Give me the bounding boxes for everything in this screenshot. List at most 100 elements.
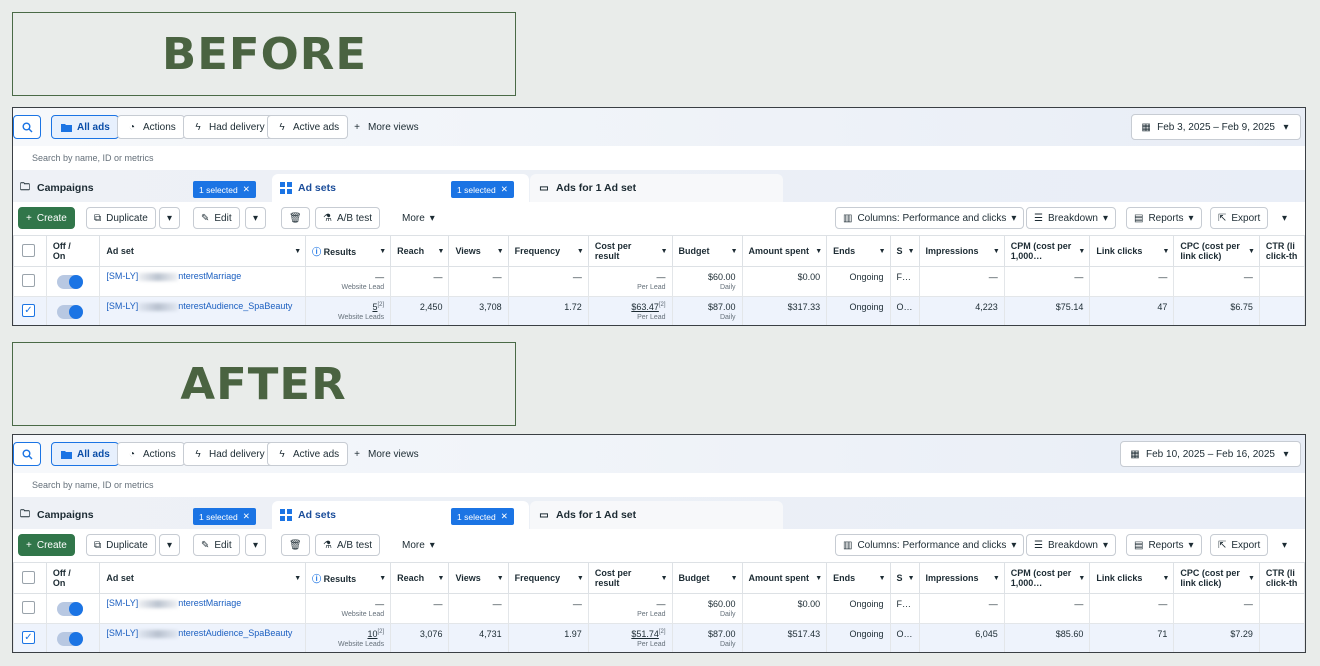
toolbar-overflow[interactable]: ▾	[1275, 207, 1295, 229]
ad-set-name-cell[interactable]: [SM-LY] nterestMarriage	[99, 593, 307, 624]
row-toggle-cell[interactable]	[45, 266, 101, 297]
header-budget[interactable]: Budget ▼	[671, 562, 743, 594]
all-ads-button[interactable]: All ads	[51, 442, 119, 466]
header-cpc[interactable]: CPC (cost per link click) ▼	[1173, 235, 1260, 267]
more-views-button[interactable]: + More views	[343, 115, 427, 139]
active-ads-button[interactable]: ϟ Active ads	[267, 442, 349, 466]
header-cpm[interactable]: CPM (cost per 1,000… ▼	[1003, 562, 1091, 594]
ad-set-name-link[interactable]: [SM-LY] nterestMarriage	[106, 271, 299, 281]
create-button[interactable]: + Create	[18, 207, 75, 229]
header-link-clicks[interactable]: Link clicks ▼	[1089, 562, 1175, 594]
edit-dropdown[interactable]: ▾	[245, 534, 267, 556]
active-ads-button[interactable]: ϟ Active ads	[267, 115, 349, 139]
selected-chip[interactable]: 1 selected ✕	[193, 181, 256, 198]
close-icon[interactable]: ✕	[243, 511, 250, 522]
duplicate-button[interactable]: ⧉ Duplicate	[86, 207, 156, 229]
date-range-button[interactable]: ▦ Feb 3, 2025 – Feb 9, 2025 ▾	[1131, 114, 1301, 140]
duplicate-dropdown[interactable]: ▾	[159, 534, 181, 556]
select-all-cell[interactable]	[13, 562, 47, 594]
header-ad-set[interactable]: Ad set ▼	[99, 562, 307, 594]
export-button[interactable]: ⇱ Export	[1210, 207, 1269, 229]
ab-test-button[interactable]: ⚗ A/B test	[315, 534, 380, 556]
header-amount-spent[interactable]: Amount spent ▼	[741, 562, 828, 594]
close-icon[interactable]: ✕	[243, 184, 250, 195]
breakdown-button[interactable]: ☰ Breakdown ▾	[1026, 534, 1117, 556]
select-all-checkbox[interactable]	[22, 570, 35, 584]
table-row[interactable]: ✓ [SM-LY] nterestAudience_SpaBeauty 5[2] W…	[13, 296, 1305, 325]
row-toggle-cell[interactable]	[45, 623, 101, 652]
create-button[interactable]: + Create	[18, 534, 75, 556]
table-row[interactable]: ✓ [SM-LY] nterestAudience_SpaBeauty 10[2]…	[13, 623, 1305, 652]
had-delivery-button[interactable]: ϟ Had delivery	[183, 442, 274, 466]
search-button[interactable]	[13, 115, 41, 139]
tab-campaigns[interactable]: 🗀 Campaigns 1 selected ✕	[13, 174, 271, 202]
row-select-cell[interactable]	[13, 266, 47, 297]
more-button[interactable]: More ▾	[395, 534, 442, 556]
header-frequency[interactable]: Frequency ▼	[507, 562, 589, 594]
row-select-cell[interactable]: ✓	[13, 296, 47, 325]
header-s[interactable]: S ▼	[889, 235, 920, 267]
all-ads-button[interactable]: All ads	[51, 115, 119, 139]
header-cpc[interactable]: CPC (cost per link click) ▼	[1173, 562, 1260, 594]
actions-button[interactable]: ◔ Actions	[117, 115, 185, 139]
row-checkbox[interactable]: ✓	[22, 304, 35, 317]
row-checkbox[interactable]	[22, 274, 35, 287]
table-row[interactable]: [SM-LY] nterestMarriage — Website Lead — —…	[13, 593, 1305, 624]
budget-cell[interactable]: $87.00 Daily	[671, 296, 743, 325]
header-ends[interactable]: Ends ▼	[826, 562, 891, 594]
header-ends[interactable]: Ends ▼	[826, 235, 891, 267]
table-row[interactable]: [SM-LY] nterestMarriage — Website Lead — —…	[13, 266, 1305, 297]
columns-button[interactable]: ▥ Columns: Performance and clicks ▾	[835, 534, 1025, 556]
actions-button[interactable]: ◔ Actions	[117, 442, 185, 466]
export-button[interactable]: ⇱ Export	[1210, 534, 1269, 556]
date-range-button[interactable]: ▦ Feb 10, 2025 – Feb 16, 2025 ▾	[1120, 441, 1301, 467]
header-reach[interactable]: Reach ▼	[390, 235, 450, 267]
header-ctr[interactable]: CTR (li click-th	[1258, 235, 1305, 267]
selected-chip[interactable]: 1 selected ✕	[451, 181, 514, 198]
ad-set-name-cell[interactable]: [SM-LY] nterestAudience_SpaBeauty	[99, 623, 307, 652]
row-toggle-cell[interactable]	[45, 593, 101, 624]
budget-cell[interactable]: $87.00 Daily	[671, 623, 743, 652]
search-button[interactable]	[13, 442, 41, 466]
row-select-cell[interactable]: ✓	[13, 623, 47, 652]
ad-set-name-link[interactable]: [SM-LY] nterestMarriage	[106, 598, 299, 608]
columns-button[interactable]: ▥ Columns: Performance and clicks ▾	[835, 207, 1025, 229]
edit-button[interactable]: ✎ Edit	[193, 207, 240, 229]
header-results[interactable]: ⓘ Results ▼	[305, 235, 392, 267]
row-checkbox[interactable]	[22, 601, 35, 614]
tab-ads[interactable]: ▭ Ads for 1 Ad set	[530, 501, 783, 529]
header-frequency[interactable]: Frequency ▼	[507, 235, 589, 267]
header-ctr[interactable]: CTR (li click-th	[1258, 562, 1305, 594]
header-amount-spent[interactable]: Amount spent ▼	[741, 235, 828, 267]
budget-cell[interactable]: $60.00 Daily	[671, 266, 743, 297]
close-icon[interactable]: ✕	[501, 184, 508, 195]
delivery-toggle[interactable]	[56, 632, 83, 646]
delivery-toggle[interactable]	[56, 602, 83, 616]
search-input[interactable]: Search by name, ID or metrics	[13, 473, 1305, 497]
select-all-cell[interactable]	[13, 235, 47, 267]
header-cost-per-result[interactable]: Cost per result ▼	[587, 562, 673, 594]
more-button[interactable]: More ▾	[395, 207, 442, 229]
tab-campaigns[interactable]: 🗀 Campaigns 1 selected ✕	[13, 501, 271, 529]
breakdown-button[interactable]: ☰ Breakdown ▾	[1026, 207, 1117, 229]
edit-dropdown[interactable]: ▾	[245, 207, 267, 229]
ab-test-button[interactable]: ⚗ A/B test	[315, 207, 380, 229]
selected-chip[interactable]: 1 selected ✕	[451, 508, 514, 525]
header-views[interactable]: Views ▼	[448, 562, 509, 594]
header-views[interactable]: Views ▼	[448, 235, 509, 267]
ad-set-name-link[interactable]: [SM-LY] nterestAudience_SpaBeauty	[106, 301, 299, 311]
budget-cell[interactable]: $60.00 Daily	[671, 593, 743, 624]
header-ad-set[interactable]: Ad set ▼	[99, 235, 307, 267]
row-select-cell[interactable]	[13, 593, 47, 624]
ad-set-name-cell[interactable]: [SM-LY] nterestMarriage	[99, 266, 307, 297]
tab-ad-sets[interactable]: Ad sets 1 selected ✕	[272, 501, 529, 529]
tab-ads[interactable]: ▭ Ads for 1 Ad set	[530, 174, 783, 202]
delivery-toggle[interactable]	[56, 305, 83, 319]
search-input[interactable]: Search by name, ID or metrics	[13, 146, 1305, 170]
edit-button[interactable]: ✎ Edit	[193, 534, 240, 556]
header-impressions[interactable]: Impressions ▼	[918, 562, 1005, 594]
delete-button[interactable]: 🗑	[281, 534, 310, 556]
header-cost-per-result[interactable]: Cost per result ▼	[587, 235, 673, 267]
duplicate-dropdown[interactable]: ▾	[159, 207, 181, 229]
had-delivery-button[interactable]: ϟ Had delivery	[183, 115, 274, 139]
